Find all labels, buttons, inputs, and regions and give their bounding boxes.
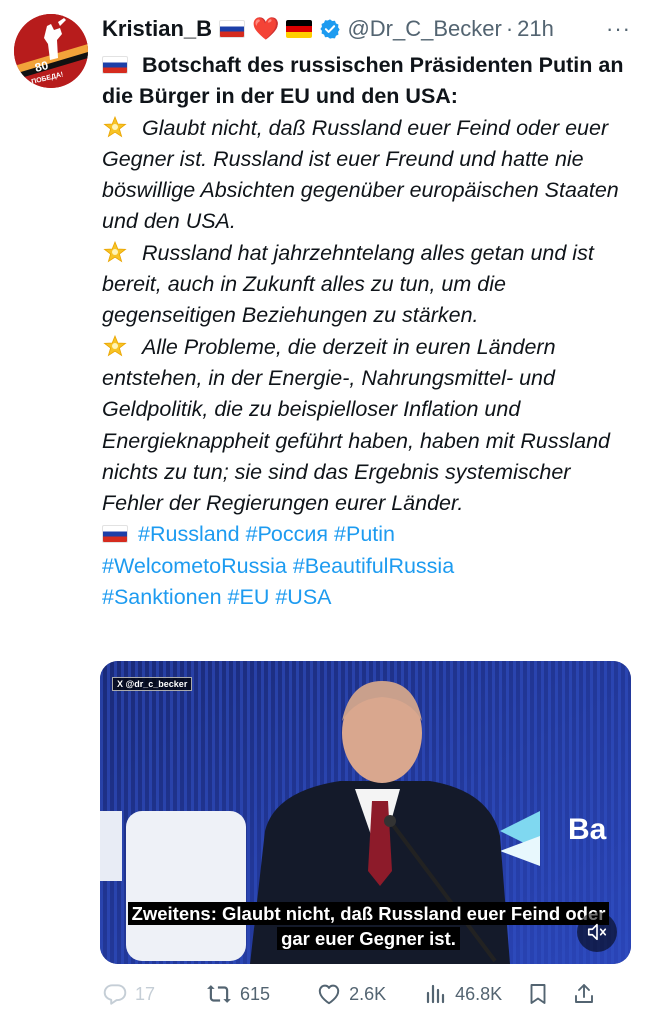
glowing-star-icon — [103, 115, 127, 138]
hashtag-link[interactable]: #Sanktionen — [102, 585, 222, 609]
bookmark-icon — [530, 984, 546, 1004]
hashtag-link[interactable]: #Putin — [334, 522, 395, 546]
like-count: 2.6K — [349, 983, 387, 1004]
heart-emoji: ❤️ — [252, 16, 280, 41]
bookmark-button[interactable] — [526, 981, 550, 1007]
display-name[interactable]: Kristian_B — [102, 16, 212, 42]
post-paragraph-text: Glaubt nicht, daß Russland euer Feind od… — [102, 115, 619, 234]
video-player[interactable]: Ва X @dr_c_becker Zweitens: Glaubt nicht… — [100, 661, 631, 964]
reply-button[interactable]: 17 — [102, 981, 155, 1007]
post-actions: 17 615 2.6K 46.8K — [100, 976, 631, 1012]
subtitle-line: gar euer Gegner ist. — [277, 927, 460, 950]
russia-flag-icon — [102, 56, 128, 74]
hashtag-link[interactable]: #EU — [228, 585, 270, 609]
post-paragraph-text: Russland hat jahrzehntelang alles getan … — [102, 240, 594, 328]
subtitle-line: Zweitens: Glaubt nicht, daß Russland eue… — [127, 902, 610, 925]
share-icon — [575, 984, 594, 1003]
hashtag-list: #Russland #Россия #Putin #WelcometoRussia… — [102, 519, 637, 613]
post-header: Kristian_B ❤️ @Dr_C_Becker · 21h ··· — [102, 12, 631, 46]
video-watermark: X @dr_c_becker — [112, 677, 193, 691]
post-paragraph: Russland hat jahrzehntelang alles getan … — [102, 238, 637, 332]
backdrop-logo-text: Ва — [568, 813, 607, 846]
hashtag-link[interactable]: #USA — [275, 585, 331, 609]
glowing-star-icon — [103, 334, 127, 357]
separator-dot: · — [505, 16, 514, 41]
hashtag-link[interactable]: #Россия — [246, 522, 328, 546]
post-text: Botschaft des russischen Präsidenten Put… — [102, 50, 637, 613]
russia-flag-icon — [219, 20, 246, 38]
video-subtitles: Zweitens: Glaubt nicht, daß Russland eue… — [116, 901, 621, 951]
reply-count: 17 — [135, 983, 156, 1004]
more-options-icon[interactable]: ··· — [606, 16, 631, 42]
verified-badge-icon — [319, 18, 341, 40]
user-handle[interactable]: @Dr_C_Becker — [347, 16, 501, 42]
russia-flag-icon — [102, 525, 128, 544]
hashtag-link[interactable]: #Russland — [138, 522, 240, 546]
post-paragraph: Glaubt nicht, daß Russland euer Feind od… — [102, 113, 637, 238]
hashtag-link[interactable]: #BeautifulRussia — [293, 554, 454, 578]
views-button[interactable]: 46.8K — [424, 981, 502, 1007]
germany-flag-icon — [286, 20, 313, 38]
view-count: 46.8K — [455, 983, 503, 1004]
post-paragraph: Alle Probleme, die derzeit in euren Länd… — [102, 332, 637, 520]
glowing-star-icon — [103, 240, 127, 263]
post-title-text: Botschaft des russischen Präsidenten Put… — [102, 53, 624, 109]
repost-count: 615 — [240, 983, 271, 1004]
heart-icon — [318, 984, 340, 1005]
reply-icon — [103, 984, 127, 1005]
avatar[interactable]: 80 ПОБЕДА! — [14, 14, 88, 88]
speaker-muted-icon[interactable] — [577, 912, 617, 952]
post-paragraph-text: Alle Probleme, die derzeit in euren Länd… — [102, 334, 610, 516]
post-title: Botschaft des russischen Präsidenten Put… — [102, 50, 637, 113]
repost-icon — [207, 985, 231, 1003]
share-button[interactable] — [572, 981, 596, 1007]
post-timestamp[interactable]: 21h — [517, 16, 554, 42]
repost-button[interactable]: 615 — [205, 981, 270, 1007]
views-chart-icon — [427, 984, 445, 1004]
hashtag-link[interactable]: #WelcometoRussia — [102, 554, 287, 578]
like-button[interactable]: 2.6K — [316, 981, 386, 1007]
